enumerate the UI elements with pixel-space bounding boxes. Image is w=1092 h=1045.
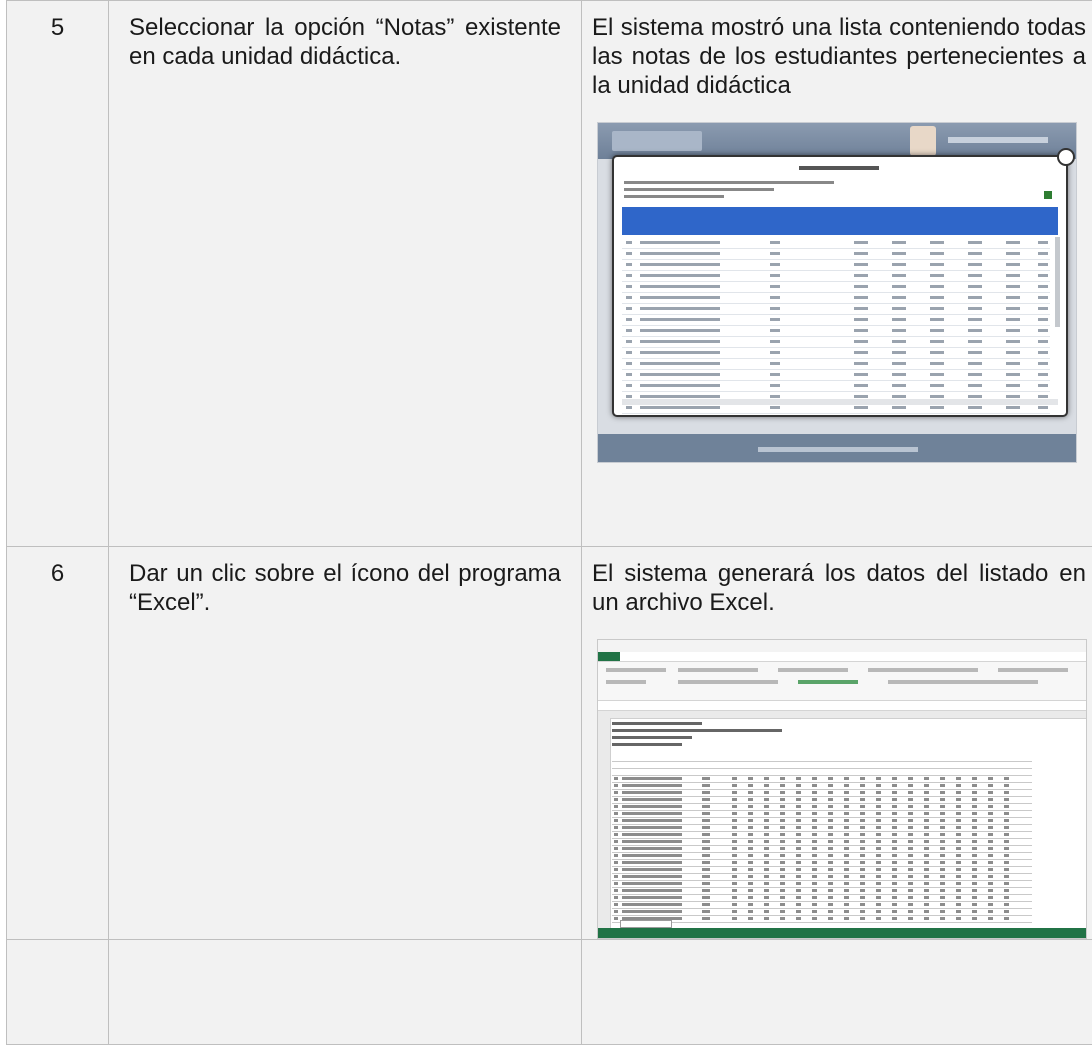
- step-result: [582, 940, 1092, 1045]
- sheet-info-line: [612, 743, 682, 746]
- ribbon-group: [868, 668, 978, 672]
- app-logo: [612, 131, 702, 151]
- app-footer: [598, 434, 1076, 462]
- sheet-info-line: [612, 729, 782, 732]
- excel-screenshot: [597, 639, 1087, 939]
- excel-ribbon-tabs: [598, 652, 1086, 662]
- modal-title: [799, 166, 879, 170]
- step-number: [7, 940, 109, 1045]
- table-row: [7, 940, 1092, 1045]
- ribbon-group: [778, 668, 848, 672]
- table-row: 5 Seleccionar la opción “Notas” existent…: [7, 1, 1092, 547]
- close-icon: [1057, 148, 1075, 166]
- sheet-info-line: [612, 736, 692, 739]
- ribbon-group: [606, 680, 646, 684]
- user-name-bar: [948, 137, 1048, 143]
- meta-line: [624, 181, 834, 184]
- step-action-text: Dar un clic sobre el ícono del programa …: [129, 559, 561, 617]
- notes-list-screenshot: [597, 122, 1077, 463]
- step-action: [109, 940, 582, 1045]
- table-row: 6 Dar un clic sobre el ícono del program…: [7, 547, 1092, 940]
- excel-icon: [1044, 191, 1052, 199]
- ribbon-group: [798, 680, 858, 684]
- excel-row: [612, 915, 1032, 923]
- table-header: [622, 207, 1058, 235]
- notes-modal: [612, 155, 1068, 417]
- excel-ribbon: [598, 662, 1086, 701]
- step-number: 5: [7, 1, 109, 547]
- excel-column-headers: [598, 711, 1086, 719]
- step-result: El sistema generará los datos del listad…: [582, 547, 1092, 940]
- meta-line: [624, 195, 724, 198]
- sheet-info-line: [612, 722, 702, 725]
- horizontal-scrollbar: [622, 399, 1058, 405]
- step-result: El sistema mostró una lista conteniendo …: [582, 1, 1092, 547]
- excel-title-bar: [598, 640, 1086, 652]
- excel-status-bar: [598, 928, 1086, 938]
- ribbon-group: [606, 668, 666, 672]
- excel-row-headers: [598, 718, 611, 928]
- excel-file-tab: [598, 652, 620, 661]
- ribbon-group: [678, 680, 778, 684]
- step-result-text: El sistema mostró una lista conteniendo …: [592, 13, 1086, 100]
- step-result-text: El sistema generará los datos del listad…: [592, 559, 1086, 617]
- ribbon-group: [678, 668, 758, 672]
- meta-line: [624, 188, 774, 191]
- footer-text-bar: [758, 447, 918, 452]
- step-action: Seleccionar la opción “Notas” existente …: [109, 1, 582, 547]
- avatar: [910, 126, 936, 156]
- step-action: Dar un clic sobre el ícono del programa …: [109, 547, 582, 940]
- step-number: 6: [7, 547, 109, 940]
- app-header: [598, 123, 1076, 159]
- step-action-text: Seleccionar la opción “Notas” existente …: [129, 13, 561, 71]
- scrollbar: [1055, 237, 1060, 327]
- steps-table: 5 Seleccionar la opción “Notas” existent…: [6, 0, 1092, 1045]
- excel-sheet-tab: [620, 920, 672, 928]
- ribbon-group: [998, 668, 1068, 672]
- excel-formula-bar: [598, 701, 1086, 711]
- ribbon-group: [888, 680, 1038, 684]
